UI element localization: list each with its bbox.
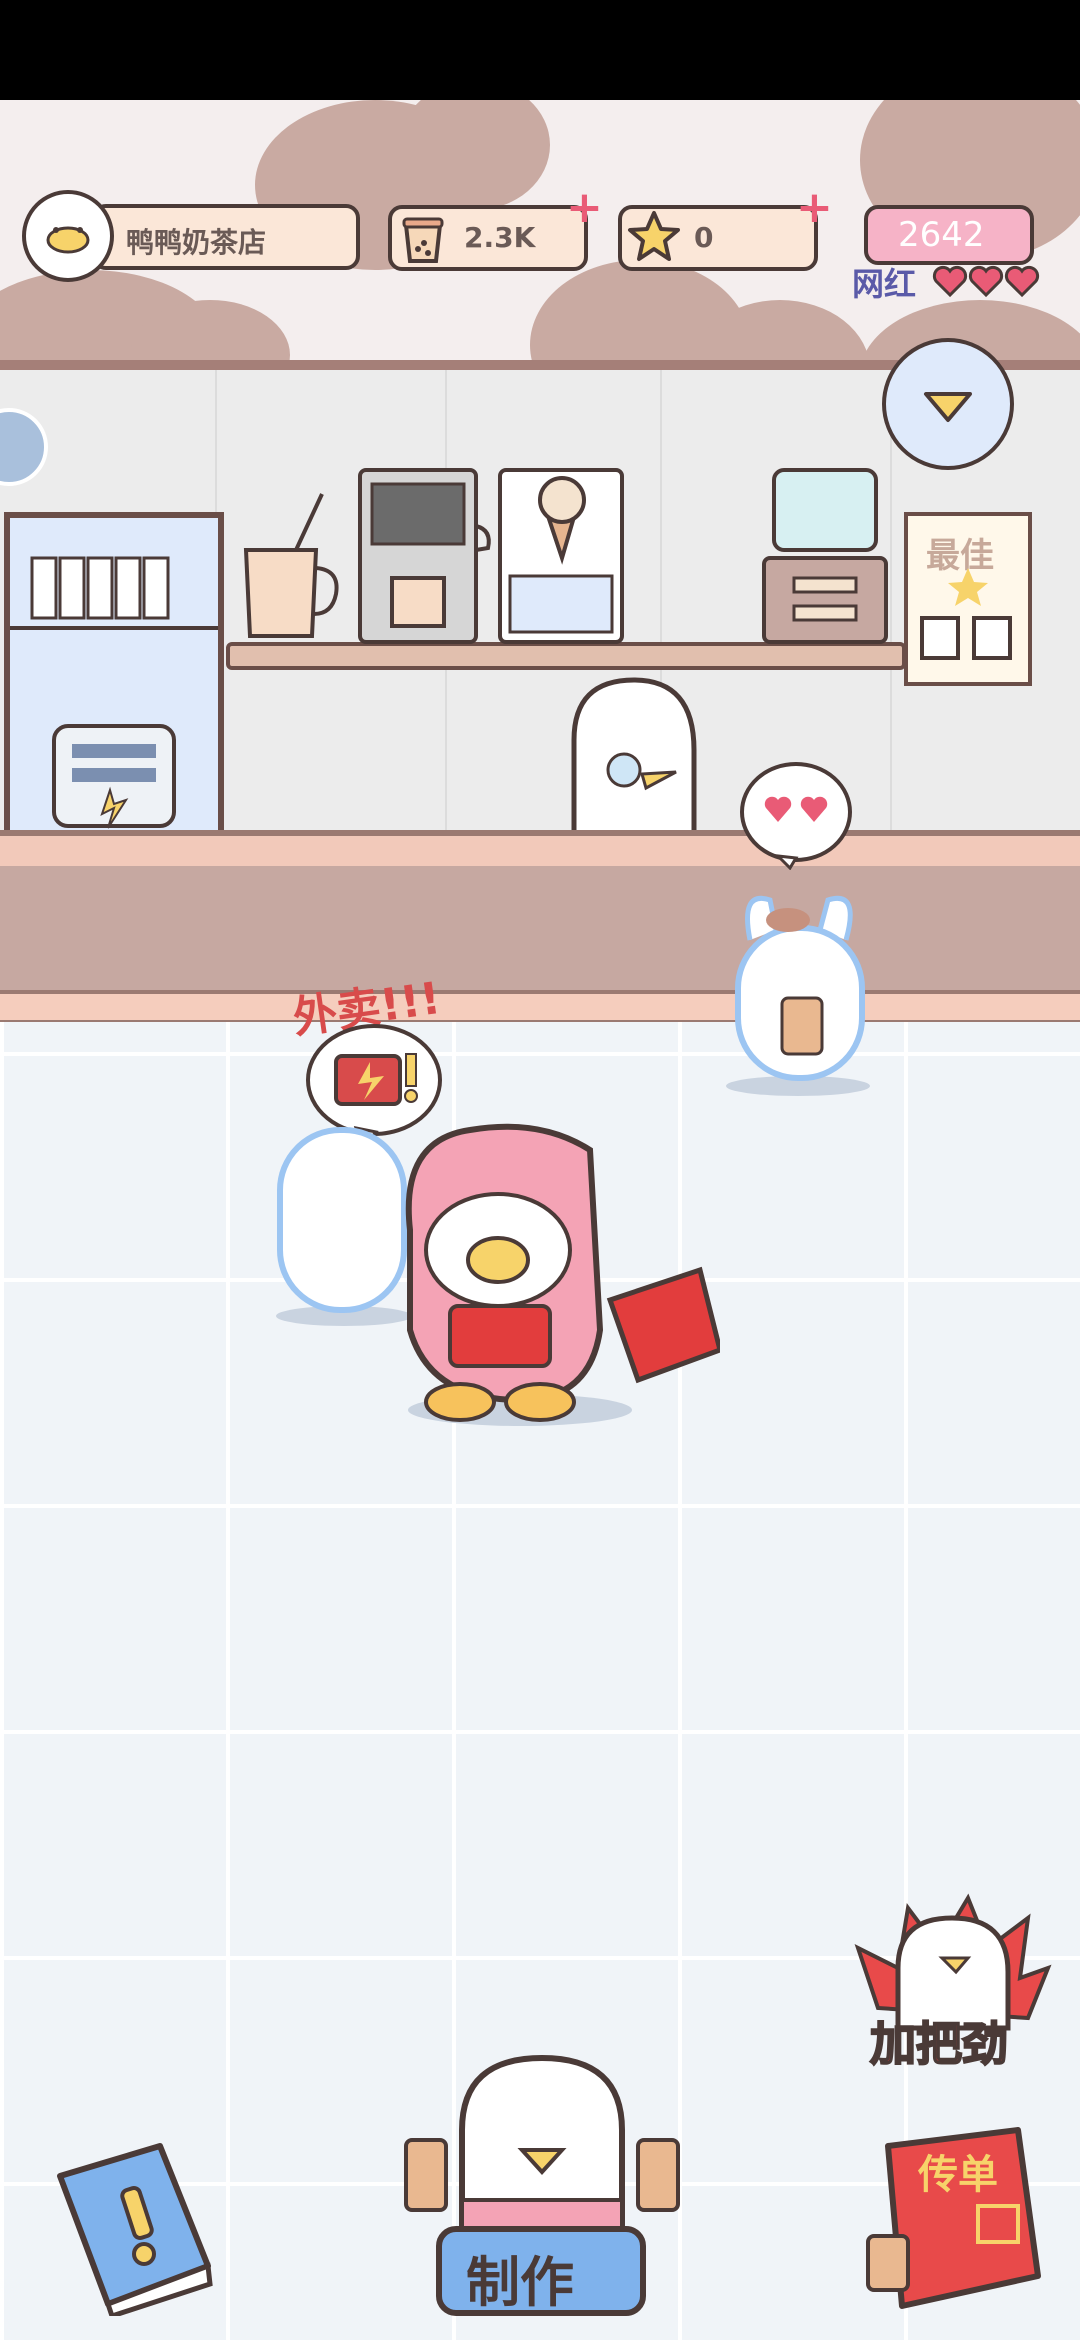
shelf-board [226,642,906,670]
make-button[interactable]: 制作 [402,2050,682,2340]
flyer-label: 传单 [918,2152,998,2198]
water-dispenser-icon[interactable] [760,466,890,646]
milk-tea-count: 2.3K [464,221,536,254]
chef-duck-icon [404,2054,680,2242]
coffee-machine-icon[interactable] [356,466,496,646]
book-icon [57,2143,213,2320]
status-bar [0,0,1080,100]
star-icon [626,209,682,265]
shop-name: 鸭鸭奶茶店 [126,226,267,259]
star-currency[interactable]: 0 + [618,186,833,285]
popularity-label: 网红 [852,265,917,303]
milk-tea-currency[interactable]: 2.3K + [388,186,603,285]
bunny-customer[interactable] [720,880,880,1100]
add-star-icon[interactable]: + [796,186,833,230]
ice-cream-machine-icon[interactable] [496,466,626,646]
cheer-button[interactable]: 加把劲 [848,1888,1058,2078]
popularity-badge[interactable]: 2642 网红 [852,205,1052,305]
shopkeeper-duck[interactable] [564,670,714,853]
handbook-button[interactable] [40,2136,220,2320]
best-sign: 最佳 [904,512,1032,686]
star-count: 0 [694,221,714,254]
pitcher-icon [236,490,356,640]
cheer-label: 加把劲 [869,2016,1009,2072]
player-duck[interactable] [390,1110,723,1430]
fridge[interactable] [4,512,224,840]
milk-tea-icon [396,211,450,265]
shop-info[interactable]: 鸭鸭奶茶店 [22,190,362,282]
make-label: 制作 [466,2251,574,2314]
duck-avatar[interactable] [22,190,114,282]
counter-top [0,830,1080,866]
counter-edge [0,990,1080,1026]
menu-toggle-button[interactable] [882,338,1014,470]
popularity-value: 2642 [898,215,985,255]
chevron-down-icon [924,392,972,422]
add-milk-tea-icon[interactable]: + [566,186,603,230]
counter [0,866,1080,990]
heart-eyes-bubble [738,760,856,871]
flyer-button[interactable]: 传单 [858,2126,1048,2316]
hearts-icon [930,261,1050,301]
